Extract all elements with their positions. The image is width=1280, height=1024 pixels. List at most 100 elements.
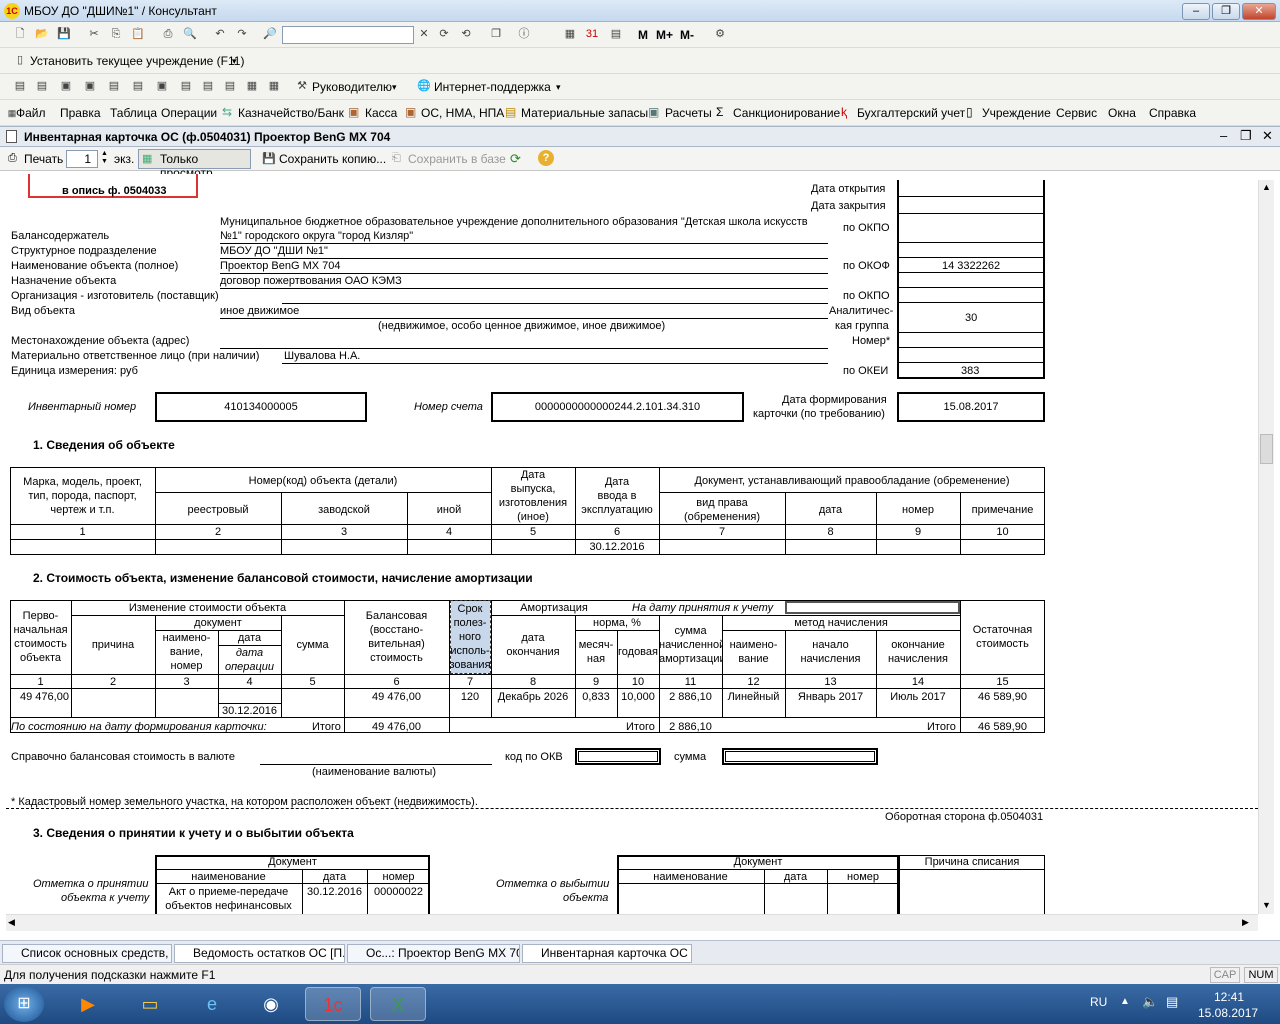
set-institution-button[interactable]: Установить текущее учреждение (F11)	[30, 54, 244, 68]
doc-icon-6[interactable]: ▤	[130, 78, 146, 94]
window-tab[interactable]: Список основных средств, ...	[2, 944, 172, 963]
paste-icon[interactable]: 📋	[130, 26, 146, 42]
clock-time[interactable]: 12:41	[1214, 990, 1244, 1004]
menu-help[interactable]: Справка	[1149, 106, 1196, 120]
search-next-icon[interactable]: ⟳	[436, 26, 452, 42]
menu-treasury[interactable]: Казначейство/Банк	[238, 106, 344, 120]
copies-input[interactable]: 1	[66, 150, 98, 168]
print-icon[interactable]: ⎙	[160, 26, 176, 42]
s2-h-amort: Амортизация	[520, 602, 588, 614]
cut-icon[interactable]: ✂	[86, 26, 102, 42]
chevron-down-icon[interactable]: ▾	[556, 82, 561, 93]
menu-sanction[interactable]: Санкционирование	[733, 106, 840, 120]
1c-app-icon[interactable]: 1c	[305, 987, 361, 1021]
s2-mend-value: Июль 2017	[890, 691, 946, 703]
internet-support-button[interactable]: Интернет-поддержка	[434, 80, 551, 94]
language-indicator[interactable]: RU	[1090, 995, 1107, 1009]
minimize-button[interactable]: ‒	[1182, 3, 1210, 20]
copy-icon[interactable]: ⎘	[108, 26, 124, 42]
scroll-thumb[interactable]	[1260, 434, 1273, 464]
doc-icon-7[interactable]: ▣	[154, 78, 170, 94]
internet-explorer-icon[interactable]: e	[184, 987, 240, 1021]
menu-accounting[interactable]: Бухгалтерский учет	[857, 106, 965, 120]
s2-h-mend-2: начисления	[887, 653, 949, 665]
vertical-scrollbar[interactable]: ▲ ▼	[1258, 180, 1274, 914]
horizontal-scrollbar[interactable]: ◀ ▶	[6, 914, 1258, 931]
network-icon[interactable]: ▤	[1166, 994, 1178, 1010]
type-value: иное движимое	[220, 305, 300, 317]
doc-icon-10[interactable]: ▤	[222, 78, 238, 94]
chevron-down-icon[interactable]: ▾	[392, 82, 397, 93]
chrome-icon[interactable]: ◉	[243, 987, 299, 1021]
menu-edit[interactable]: Правка	[60, 106, 101, 120]
doc-icon-2[interactable]: ▤	[34, 78, 50, 94]
excel-icon[interactable]: X	[370, 987, 426, 1021]
form-restore-button[interactable]: ❐	[1240, 128, 1252, 144]
doc-icon-1[interactable]: ▤	[12, 78, 28, 94]
search-input[interactable]	[282, 26, 414, 44]
doc-icon-8[interactable]: ▤	[178, 78, 194, 94]
num-indicator: NUM	[1244, 967, 1278, 983]
doc-icon-12[interactable]: ▦	[266, 78, 282, 94]
explorer-icon[interactable]: ▭	[122, 987, 178, 1021]
search-prev-icon[interactable]: ⟲	[458, 26, 474, 42]
menu-operations[interactable]: Операции	[161, 106, 217, 120]
preview-icon[interactable]: 🔍	[182, 26, 198, 42]
refresh-icon[interactable]: ⟳	[510, 151, 521, 167]
calculator-icon[interactable]: ▦	[562, 26, 578, 42]
open-icon[interactable]: 📂	[34, 26, 50, 42]
doc-icon-5[interactable]: ▤	[106, 78, 122, 94]
window-tab-active[interactable]: Инвентарная карточка ОС (...	[522, 944, 692, 963]
print-button[interactable]: Печать	[24, 152, 63, 166]
redo-icon[interactable]: ↷	[234, 26, 250, 42]
m-plus-button[interactable]: M+	[656, 28, 673, 42]
maximize-button[interactable]: ❐	[1212, 3, 1240, 20]
tools-icon[interactable]: ⚙	[712, 26, 728, 42]
save-icon[interactable]: 💾	[56, 26, 72, 42]
view-only-toggle[interactable]: ▦ Только просмотр	[138, 149, 251, 180]
menu-table[interactable]: Таблица	[110, 106, 157, 120]
clock-date[interactable]: 15.08.2017	[1198, 1006, 1258, 1020]
windows-icon[interactable]: ❐	[488, 26, 504, 42]
chevron-down-icon[interactable]: ▾	[232, 56, 237, 67]
help-button[interactable]: ?	[538, 150, 554, 166]
menu-file[interactable]: Файл	[16, 106, 46, 120]
scroll-right-icon[interactable]: ▶	[1242, 917, 1249, 928]
menu-service[interactable]: Сервис	[1056, 106, 1097, 120]
doc-icon-3[interactable]: ▣	[58, 78, 74, 94]
start-button[interactable]: ⊞	[4, 986, 44, 1022]
volume-icon[interactable]: 🔈	[1142, 994, 1158, 1010]
scroll-up-icon[interactable]: ▲	[1262, 182, 1271, 192]
clear-search-icon[interactable]: ✕	[416, 26, 432, 42]
undo-icon[interactable]: ↶	[212, 26, 228, 42]
doc-icon-4[interactable]: ▣	[82, 78, 98, 94]
form-minimize-button[interactable]: ‒	[1220, 128, 1227, 143]
menu-materials[interactable]: Материальные запасы	[521, 106, 648, 120]
media-player-icon[interactable]: ▶	[60, 987, 116, 1021]
close-button[interactable]: ✕	[1242, 3, 1276, 20]
find-icon[interactable]: 🔎	[262, 26, 278, 42]
form-close-button[interactable]: ✕	[1262, 128, 1273, 144]
managers-button[interactable]: Руководителю	[312, 80, 392, 94]
menu-institution[interactable]: Учреждение	[982, 106, 1051, 120]
menu-settlements[interactable]: Расчеты	[665, 106, 712, 120]
save-copy-button[interactable]: Сохранить копию...	[279, 152, 386, 166]
table-icon[interactable]: ▤	[608, 26, 624, 42]
info-icon[interactable]: ⓘ	[516, 26, 532, 42]
calendar-icon[interactable]: 31	[584, 26, 600, 42]
window-tab[interactable]: Ос...: Проектор BenG MX 704	[347, 944, 520, 963]
new-icon[interactable]: 🗋	[12, 26, 28, 42]
m-minus-button[interactable]: M-	[680, 28, 694, 42]
scroll-left-icon[interactable]: ◀	[8, 917, 15, 928]
menu-windows[interactable]: Окна	[1108, 106, 1136, 120]
doc-icon-9[interactable]: ▤	[200, 78, 216, 94]
scroll-down-icon[interactable]: ▼	[1262, 900, 1271, 910]
tray-up-icon[interactable]: ▲	[1120, 996, 1130, 1007]
menu-fixed-assets[interactable]: ОС, НМА, НПА	[421, 106, 504, 120]
menu-cash[interactable]: Касса	[365, 106, 397, 120]
copies-stepper[interactable]: ▲ ▼	[99, 150, 110, 168]
doc-icon-11[interactable]: ▦	[244, 78, 260, 94]
save-db-button[interactable]: Сохранить в базе	[408, 152, 506, 166]
window-tab[interactable]: Ведомость остатков ОС [П...	[174, 944, 345, 963]
m-button[interactable]: M	[638, 28, 648, 42]
